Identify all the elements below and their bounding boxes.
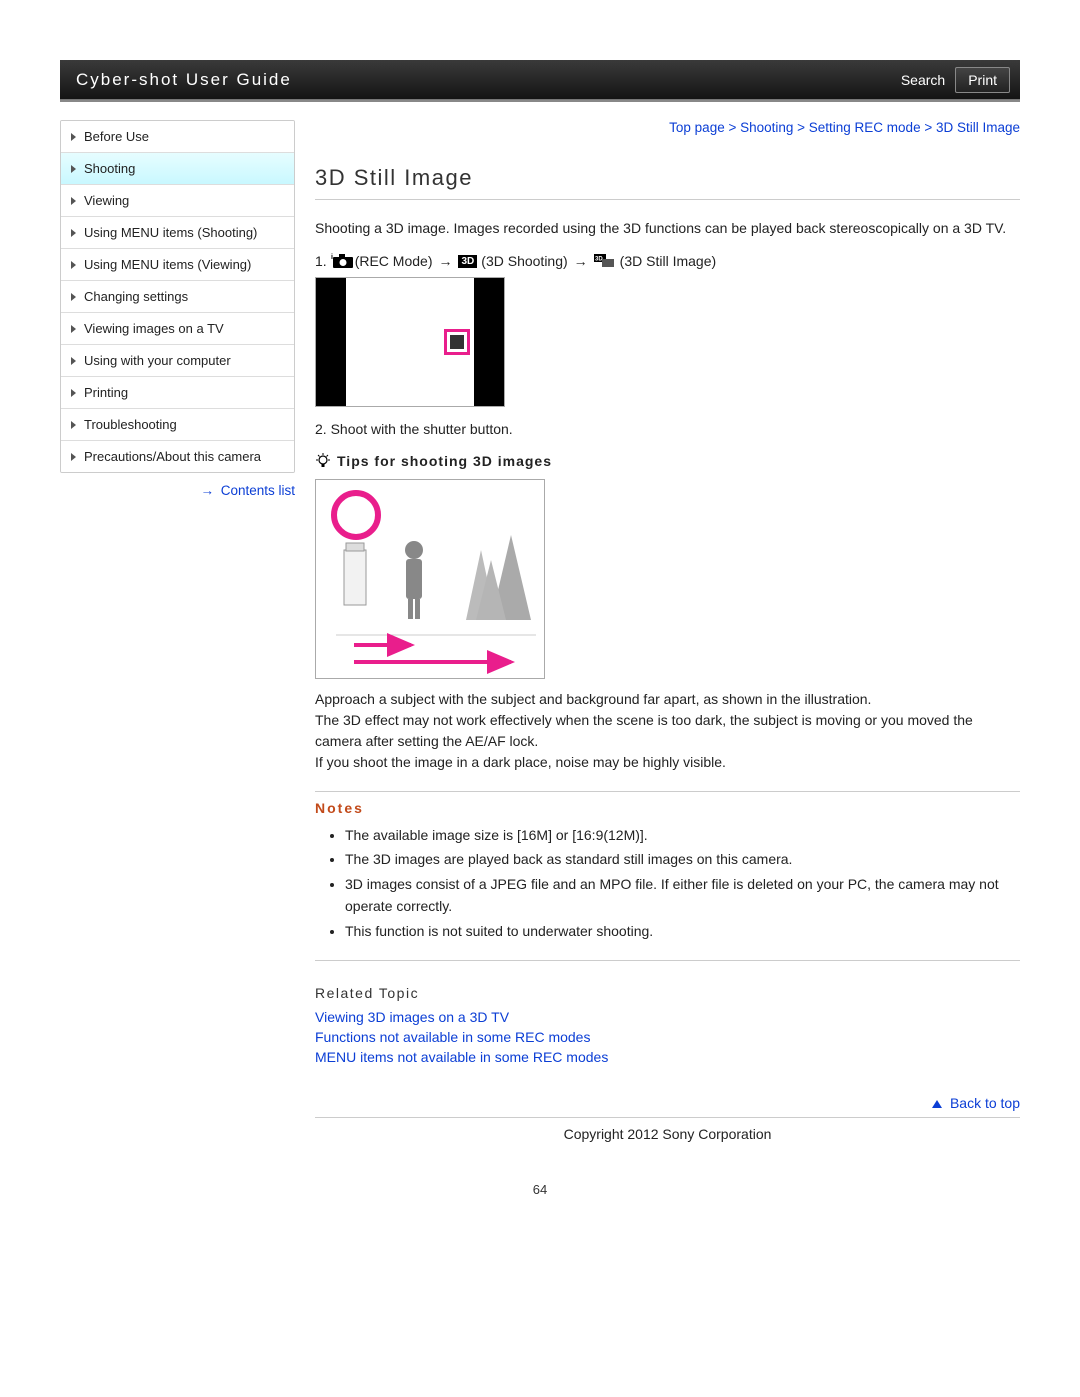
related-links: Viewing 3D images on a 3D TV Functions n…: [315, 1009, 1020, 1065]
sidebar-item-troubleshooting[interactable]: Troubleshooting: [61, 409, 294, 441]
sidebar-item-label: Viewing: [84, 193, 129, 208]
preview-image: [315, 277, 505, 407]
step-label-recmode: (REC Mode): [355, 253, 433, 269]
sidebar-item-label: Using with your computer: [84, 353, 231, 368]
chevron-right-icon: [71, 261, 76, 269]
note-item: The available image size is [16M] or [16…: [345, 824, 1020, 846]
sidebar-item-printing[interactable]: Printing: [61, 377, 294, 409]
sidebar-item-label: Changing settings: [84, 289, 188, 304]
step-label-3dshooting: (3D Shooting): [481, 253, 567, 269]
note-item: 3D images consist of a JPEG file and an …: [345, 873, 1020, 918]
divider: [315, 791, 1020, 792]
sidebar-item-label: Using MENU items (Shooting): [84, 225, 257, 240]
arrow-right-icon: →: [200, 483, 214, 498]
3d-icon: 3D: [458, 255, 477, 268]
step-number: 1.: [315, 253, 327, 269]
print-button[interactable]: Print: [955, 67, 1010, 93]
back-to-top: Back to top: [315, 1095, 1020, 1111]
chevron-right-icon: [71, 197, 76, 205]
svg-text:i: i: [331, 254, 333, 261]
3d-still-image-icon: 3D: [594, 254, 616, 268]
related-link[interactable]: Viewing 3D images on a 3D TV: [315, 1009, 1020, 1025]
preview-left-bar: [316, 278, 346, 406]
step-1: 1. i (REC Mode) → 3D (3D Shooting) → 3D …: [315, 253, 1020, 269]
arrow-right-icon: →: [574, 253, 588, 269]
copyright: Copyright 2012 Sony Corporation: [315, 1117, 1020, 1142]
sidebar-item-label: Troubleshooting: [84, 417, 177, 432]
note-item: The 3D images are played back as standar…: [345, 848, 1020, 870]
header-bar: Cyber-shot User Guide Search Print: [60, 60, 1020, 100]
tips-heading: Tips for shooting 3D images: [315, 453, 1020, 469]
divider: [315, 199, 1020, 200]
sidebar-item-menu-viewing[interactable]: Using MENU items (Viewing): [61, 249, 294, 281]
back-to-top-link[interactable]: Back to top: [950, 1095, 1020, 1111]
related-heading: Related Topic: [315, 985, 1020, 1001]
divider: [315, 960, 1020, 961]
triangle-up-icon: [932, 1100, 942, 1108]
sidebar-item-before-use[interactable]: Before Use: [61, 121, 294, 153]
chevron-right-icon: [71, 293, 76, 301]
sidebar-item-tv[interactable]: Viewing images on a TV: [61, 313, 294, 345]
sidebar-menu: Before Use Shooting Viewing Using MENU i…: [60, 120, 295, 473]
note-item: This function is not suited to underwate…: [345, 920, 1020, 942]
main-content: Top page > Shooting > Setting REC mode >…: [315, 120, 1020, 1142]
sidebar-item-label: Before Use: [84, 129, 149, 144]
related-link[interactable]: MENU items not available in some REC mod…: [315, 1049, 1020, 1065]
preview-right-bar: [474, 278, 504, 406]
sidebar-item-changing-settings[interactable]: Changing settings: [61, 281, 294, 313]
sidebar-item-shooting[interactable]: Shooting: [61, 153, 294, 185]
page-title: 3D Still Image: [315, 165, 1020, 191]
header-underline: [60, 100, 1020, 102]
arrow-right-icon: →: [438, 253, 452, 269]
sidebar-item-label: Using MENU items (Viewing): [84, 257, 251, 272]
sidebar-item-computer[interactable]: Using with your computer: [61, 345, 294, 377]
sidebar-item-label: Precautions/About this camera: [84, 449, 261, 464]
mode-icon: [450, 335, 464, 349]
notes-heading: Notes: [315, 800, 1020, 816]
chevron-right-icon: [71, 389, 76, 397]
sidebar-item-menu-shooting[interactable]: Using MENU items (Shooting): [61, 217, 294, 249]
chevron-right-icon: [71, 453, 76, 461]
lightbulb-icon: [315, 453, 331, 469]
sidebar-item-precautions[interactable]: Precautions/About this camera: [61, 441, 294, 472]
step-number: 2.: [315, 421, 327, 437]
contents-list: → Contents list: [60, 483, 295, 498]
sidebar-item-label: Printing: [84, 385, 128, 400]
tips-heading-text: Tips for shooting 3D images: [337, 453, 552, 469]
related-link[interactable]: Functions not available in some REC mode…: [315, 1029, 1020, 1045]
search-link[interactable]: Search: [901, 72, 945, 88]
chevron-right-icon: [71, 133, 76, 141]
tips-text: Approach a subject with the subject and …: [315, 689, 1020, 773]
sidebar-item-label: Viewing images on a TV: [84, 321, 224, 336]
notes-list: The available image size is [16M] or [16…: [315, 824, 1020, 942]
camera-icon: i: [331, 253, 355, 269]
chevron-right-icon: [71, 325, 76, 333]
chevron-right-icon: [71, 229, 76, 237]
contents-list-link[interactable]: Contents list: [221, 483, 295, 498]
chevron-right-icon: [71, 421, 76, 429]
page-number: 64: [60, 1182, 1020, 1197]
preview-center: [346, 278, 474, 406]
header-controls: Search Print: [901, 67, 1010, 93]
chevron-right-icon: [71, 357, 76, 365]
chevron-right-icon: [71, 165, 76, 173]
step-label-3dstill: (3D Still Image): [620, 253, 716, 269]
sidebar-item-label: Shooting: [84, 161, 135, 176]
step-text: Shoot with the shutter button.: [331, 421, 513, 437]
tips-illustration: [315, 479, 545, 679]
header-title: Cyber-shot User Guide: [76, 70, 292, 90]
breadcrumb[interactable]: Top page > Shooting > Setting REC mode >…: [315, 120, 1020, 135]
sidebar: Before Use Shooting Viewing Using MENU i…: [60, 120, 295, 498]
intro-text: Shooting a 3D image. Images recorded usi…: [315, 218, 1020, 239]
step-2: 2. Shoot with the shutter button.: [315, 421, 1020, 437]
sidebar-item-viewing[interactable]: Viewing: [61, 185, 294, 217]
selection-highlight: [444, 329, 470, 355]
